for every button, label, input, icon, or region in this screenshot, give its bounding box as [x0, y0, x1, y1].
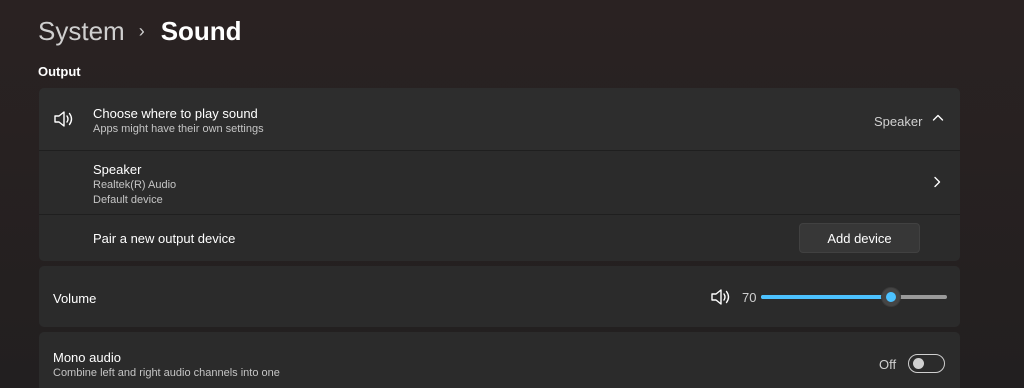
device-driver: Realtek(R) Audio [93, 179, 177, 191]
breadcrumb-separator-icon: › [138, 20, 145, 41]
mono-audio-toggle[interactable] [908, 354, 945, 373]
chevron-up-icon[interactable] [932, 113, 944, 123]
choose-output-title: Choose where to play sound [93, 106, 258, 121]
breadcrumb-system-link[interactable]: System [38, 16, 125, 47]
selected-output-value: Speaker [874, 114, 923, 129]
slider-thumb[interactable] [882, 288, 901, 306]
choose-output-subtitle: Apps might have their own settings [93, 123, 264, 135]
slider-fill [761, 295, 892, 299]
toggle-knob [913, 358, 924, 369]
volume-card: Volume 70 [39, 266, 960, 327]
device-status: Default device [93, 194, 163, 206]
volume-slider[interactable] [761, 288, 947, 306]
mono-audio-title: Mono audio [53, 350, 121, 365]
chevron-right-icon [934, 176, 941, 188]
page-title: Sound [160, 15, 242, 46]
choose-output-header[interactable]: Choose where to play sound Apps might ha… [39, 88, 960, 150]
add-device-button[interactable]: Add device [799, 223, 920, 253]
output-section-title: Output [38, 64, 81, 79]
mono-audio-subtitle: Combine left and right audio channels in… [53, 367, 280, 379]
speaker-icon [54, 111, 73, 127]
mono-audio-card: Mono audio Combine left and right audio … [39, 332, 960, 388]
pair-device-label: Pair a new output device [93, 231, 236, 246]
pair-device-row: Pair a new output device Add device [39, 215, 960, 261]
breadcrumb: System › Sound [38, 12, 242, 50]
volume-value: 70 [742, 290, 757, 305]
output-device-speaker[interactable]: Speaker Realtek(R) Audio Default device [39, 151, 960, 214]
output-expander: Choose where to play sound Apps might ha… [39, 88, 960, 261]
sound-settings-page: System › Sound Output Choose where to pl… [0, 0, 1024, 388]
speaker-icon[interactable] [710, 288, 732, 306]
device-name: Speaker [93, 162, 142, 177]
mono-audio-state: Off [879, 357, 897, 372]
volume-label: Volume [53, 291, 97, 306]
